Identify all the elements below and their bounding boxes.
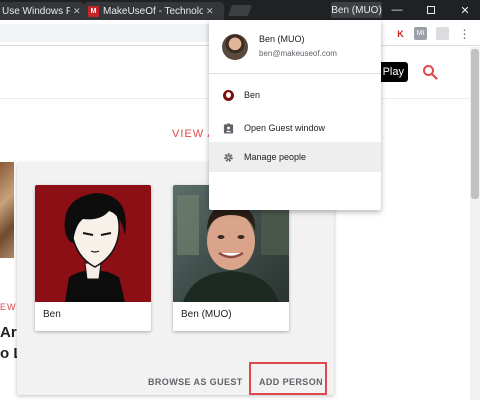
- profile-menu-email: ben@makeuseof.com: [259, 49, 337, 58]
- tab-makeuseof[interactable]: M MakeUseOf - Technology ✕: [84, 2, 224, 20]
- extension-icon[interactable]: [436, 27, 449, 40]
- profile-menu: Ben (MUO) ben@makeuseof.com Ben Open Gue…: [209, 20, 381, 210]
- close-icon[interactable]: ✕: [73, 6, 81, 17]
- guest-badge-icon: [223, 122, 234, 134]
- tab-strip: Use Windows Fo ✕ M MakeUseOf - Technolog…: [0, 0, 480, 20]
- menu-item-label: Open Guest window: [244, 123, 326, 133]
- profile-button[interactable]: Ben (MUO): [331, 2, 382, 18]
- menu-item-label: Manage people: [244, 152, 307, 162]
- profile-card-ben[interactable]: Ben: [35, 185, 151, 331]
- close-icon[interactable]: ✕: [206, 6, 214, 17]
- tab-title: Use Windows Fo: [2, 5, 70, 17]
- makeuseof-favicon-icon: M: [88, 5, 99, 17]
- gear-icon: [224, 152, 233, 162]
- menu-item-ben[interactable]: Ben: [209, 83, 381, 107]
- menu-item-guest-window[interactable]: Open Guest window: [209, 116, 381, 140]
- extension-mi-icon[interactable]: MI: [414, 27, 427, 40]
- address-bar[interactable]: [0, 24, 216, 42]
- profile-avatar-icon: [223, 89, 234, 101]
- article-thumbnail[interactable]: [0, 162, 14, 258]
- profile-name: Ben (MUO): [181, 309, 232, 320]
- avatar: [222, 34, 248, 60]
- anime-avatar-icon: [35, 185, 151, 302]
- menu-item-label: Ben: [244, 90, 261, 100]
- minimize-button[interactable]: —: [380, 2, 414, 18]
- add-person-button[interactable]: ADD PERSON: [259, 377, 323, 387]
- divider: [209, 73, 381, 74]
- profile-name: Ben: [43, 309, 61, 320]
- tab-title: MakeUseOf - Technology: [103, 5, 203, 17]
- maximize-icon: [427, 6, 435, 14]
- page-scrollbar[interactable]: [470, 47, 480, 400]
- close-window-button[interactable]: ✕: [448, 2, 480, 18]
- new-tab-button[interactable]: [227, 5, 253, 16]
- browse-as-guest-button[interactable]: BROWSE AS GUEST: [148, 377, 243, 387]
- search-icon[interactable]: [422, 64, 438, 80]
- maximize-button[interactable]: [414, 2, 448, 18]
- menu-item-manage-people[interactable]: Manage people: [209, 142, 381, 172]
- tab-use-windows[interactable]: Use Windows Fo ✕: [0, 2, 84, 20]
- scrollbar-thumb[interactable]: [471, 49, 479, 199]
- chrome-menu-icon[interactable]: ⋮: [458, 27, 471, 41]
- extension-k-icon[interactable]: K: [394, 27, 407, 40]
- profile-menu-name: Ben (MUO): [259, 34, 305, 44]
